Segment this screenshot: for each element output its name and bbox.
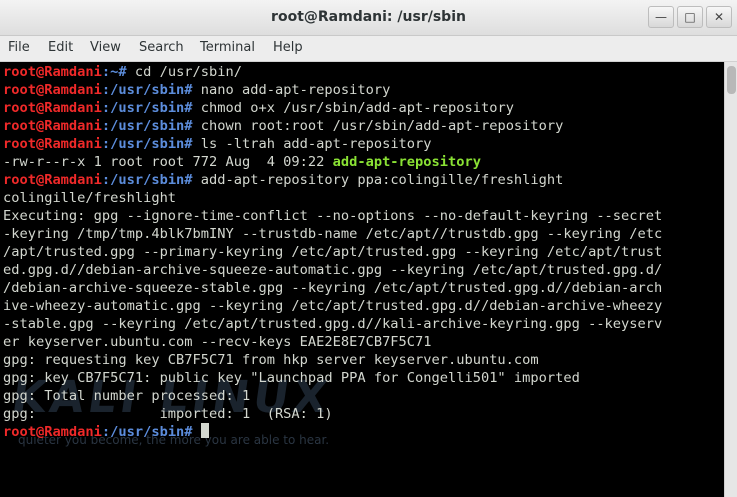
terminal-output[interactable]: KALI LINUX quieter you become, the more …: [0, 62, 724, 497]
prompt-user: root@Ramdani: [3, 136, 102, 152]
command-line: root@Ramdani:~# cd /usr/sbin/: [3, 63, 662, 81]
scrollbar-thumb[interactable]: [727, 66, 736, 94]
prompt-path: :~#: [101, 64, 127, 80]
command-text: nano add-apt-repository: [192, 82, 391, 98]
menu-terminal[interactable]: Terminal: [200, 40, 255, 55]
prompt-path: :/usr/sbin#: [101, 136, 193, 152]
command-line: root@Ramdani:/usr/sbin# chown root:root …: [3, 117, 662, 135]
prompt-path: :/usr/sbin#: [101, 172, 193, 188]
output-line: -stable.gpg --keyring /etc/apt/trusted.g…: [3, 315, 662, 333]
title-bar[interactable]: root@Ramdani: /usr/sbin — □ ✕: [0, 0, 737, 36]
command-text: chown root:root /usr/sbin/add-apt-reposi…: [192, 118, 564, 134]
minimize-button[interactable]: —: [648, 6, 674, 28]
prompt-user: root@Ramdani: [3, 82, 102, 98]
minimize-icon: —: [655, 10, 667, 24]
ls-output-line: -rw-r--r-x 1 root root 772 Aug 4 09:22 a…: [3, 153, 662, 171]
executable-file-name: add-apt-repository: [332, 154, 481, 170]
output-text: gpg: key CB7F5C71: public key "Launchpad…: [3, 370, 580, 386]
menu-search[interactable]: Search: [139, 40, 184, 55]
prompt-user: root@Ramdani: [3, 118, 102, 134]
output-text: /apt/trusted.gpg --primary-keyring /etc/…: [3, 244, 663, 260]
terminal-lines: root@Ramdani:~# cd /usr/sbin/root@Ramdan…: [3, 63, 662, 441]
command-line: root@Ramdani:/usr/sbin# ls -ltrah add-ap…: [3, 135, 662, 153]
menu-help[interactable]: Help: [273, 40, 303, 55]
maximize-icon: □: [684, 10, 696, 24]
output-line: Executing: gpg --ignore-time-conflict --…: [3, 207, 662, 225]
text-cursor[interactable]: [200, 423, 209, 438]
prompt-path: :/usr/sbin#: [101, 100, 193, 116]
output-line: gpg: Total number processed: 1: [3, 387, 662, 405]
prompt-path: :/usr/sbin#: [101, 82, 193, 98]
output-text: Executing: gpg --ignore-time-conflict --…: [3, 208, 663, 224]
prompt-user: root@Ramdani: [3, 100, 102, 116]
command-text: cd /usr/sbin/: [126, 64, 242, 80]
prompt-path: :/usr/sbin#: [101, 118, 193, 134]
output-text: /debian-archive-squeeze-stable.gpg --key…: [3, 280, 663, 296]
terminal-window: root@Ramdani: /usr/sbin — □ ✕ File Edit …: [0, 0, 737, 497]
menu-file[interactable]: File: [8, 40, 30, 55]
window-title: root@Ramdani: /usr/sbin: [271, 9, 466, 25]
output-line: er keyserver.ubuntu.com --recv-keys EAE2…: [3, 333, 662, 351]
output-line: gpg: key CB7F5C71: public key "Launchpad…: [3, 369, 662, 387]
output-text: ive-wheezy-automatic.gpg --keyring /etc/…: [3, 298, 663, 314]
output-line: /apt/trusted.gpg --primary-keyring /etc/…: [3, 243, 662, 261]
output-text: er keyserver.ubuntu.com --recv-keys EAE2…: [3, 334, 432, 350]
output-line: ed.gpg.d//debian-archive-squeeze-automat…: [3, 261, 662, 279]
output-line: /debian-archive-squeeze-stable.gpg --key…: [3, 279, 662, 297]
close-button[interactable]: ✕: [706, 6, 732, 28]
output-text: -keyring /tmp/tmp.4blk7bmINY --trustdb-n…: [3, 226, 663, 242]
output-text: ed.gpg.d//debian-archive-squeeze-automat…: [3, 262, 663, 278]
file-info: -rw-r--r-x 1 root root 772 Aug 4 09:22: [3, 154, 333, 170]
prompt-user: root@Ramdani: [3, 64, 102, 80]
command-text: [193, 424, 201, 440]
maximize-button[interactable]: □: [677, 6, 703, 28]
output-line: ive-wheezy-automatic.gpg --keyring /etc/…: [3, 297, 662, 315]
command-line: root@Ramdani:/usr/sbin# chmod o+x /usr/s…: [3, 99, 662, 117]
output-text: gpg: requesting key CB7F5C71 from hkp se…: [3, 352, 539, 368]
command-line: root@Ramdani:/usr/sbin# add-apt-reposito…: [3, 171, 662, 189]
vertical-scrollbar[interactable]: [724, 62, 737, 497]
prompt-user: root@Ramdani: [3, 424, 102, 440]
output-line: gpg: requesting key CB7F5C71 from hkp se…: [3, 351, 662, 369]
menu-edit[interactable]: Edit: [48, 40, 73, 55]
command-text: chmod o+x /usr/sbin/add-apt-repository: [192, 100, 514, 116]
command-line: root@Ramdani:/usr/sbin#: [3, 423, 662, 441]
output-line: gpg: imported: 1 (RSA: 1): [3, 405, 662, 423]
output-text: colingille/freshlight: [3, 190, 177, 206]
close-icon: ✕: [713, 10, 725, 24]
command-text: add-apt-repository ppa:colingille/freshl…: [192, 172, 564, 188]
menu-bar: File Edit View Search Terminal Help: [0, 36, 737, 62]
output-text: gpg: imported: 1 (RSA: 1): [3, 406, 333, 422]
output-text: gpg: Total number processed: 1: [3, 388, 251, 404]
command-text: ls -ltrah add-apt-repository: [192, 136, 432, 152]
output-text: -stable.gpg --keyring /etc/apt/trusted.g…: [3, 316, 663, 332]
command-line: root@Ramdani:/usr/sbin# nano add-apt-rep…: [3, 81, 662, 99]
output-line: colingille/freshlight: [3, 189, 662, 207]
output-line: -keyring /tmp/tmp.4blk7bmINY --trustdb-n…: [3, 225, 662, 243]
prompt-user: root@Ramdani: [3, 172, 102, 188]
prompt-path: :/usr/sbin#: [101, 424, 193, 440]
menu-view[interactable]: View: [90, 40, 121, 55]
